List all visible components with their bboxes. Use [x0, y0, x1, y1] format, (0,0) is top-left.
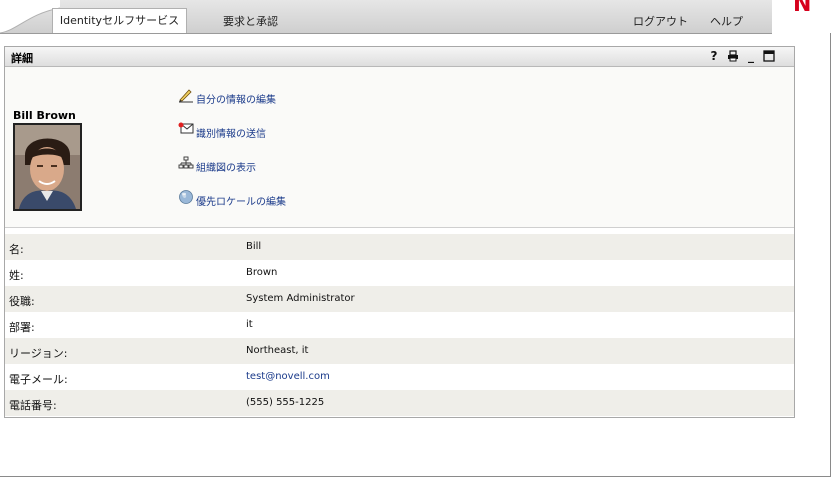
detail-value: System Administrator: [246, 293, 355, 304]
nav-curve-decoration: [0, 0, 60, 33]
pencil-icon: [179, 89, 193, 103]
edit-locale-link[interactable]: 優先ロケールの編集: [196, 193, 286, 208]
detail-label: 名:: [9, 243, 24, 256]
tab-requests-approvals[interactable]: 要求と承認: [223, 13, 278, 29]
portlet-header: 詳細 ? _: [5, 47, 794, 67]
detail-value: Bill: [246, 241, 262, 252]
logout-link[interactable]: ログアウト: [633, 13, 688, 29]
detail-label: 電子メール:: [9, 373, 68, 386]
detail-row-first-name: 名: Bill: [5, 234, 794, 260]
help-link[interactable]: ヘルプ: [710, 13, 743, 29]
org-chart-icon: [178, 156, 194, 169]
detail-value: it: [246, 319, 253, 330]
send-identity-link[interactable]: 識別情報の送信: [196, 125, 266, 140]
details-portlet: 詳細 ? _ Bill Brown 自分の情報の編集 識別情報の送信 組織図の表…: [4, 46, 795, 418]
detail-row-last-name: 姓: Brown: [5, 260, 794, 286]
detail-row-phone: 電話番号: (555) 555-1225: [5, 390, 794, 416]
envelope-icon: [178, 122, 194, 134]
detail-row-title: 役職: System Administrator: [5, 286, 794, 312]
help-icon[interactable]: ?: [707, 48, 721, 64]
portlet-title: 詳細: [11, 52, 33, 65]
detail-row-email: 電子メール: test@novell.com: [5, 364, 794, 390]
maximize-icon[interactable]: [762, 48, 776, 64]
user-photo: [13, 123, 82, 211]
detail-label: 姓:: [9, 269, 24, 282]
view-org-chart-link[interactable]: 組織図の表示: [196, 159, 256, 174]
detail-value: Brown: [246, 267, 278, 278]
detail-label: 部署:: [9, 321, 35, 334]
detail-label: リージョン:: [9, 347, 68, 360]
printer-icon[interactable]: [726, 48, 740, 64]
detail-value: Northeast, it: [246, 345, 309, 356]
edit-my-info-link[interactable]: 自分の情報の編集: [196, 91, 276, 106]
tab-identity-self-service[interactable]: Identityセルフサービス: [52, 8, 187, 33]
user-details-table: 名: Bill 姓: Brown 役職: System Administrato…: [5, 234, 794, 416]
detail-row-department: 部署: it: [5, 312, 794, 338]
top-navigation-bar: Identityセルフサービス 要求と承認 ログアウト ヘルプ: [0, 0, 772, 34]
globe-icon: [179, 190, 193, 204]
detail-value: (555) 555-1225: [246, 397, 325, 408]
user-name: Bill Brown: [13, 109, 76, 122]
brand-logo: N: [793, 0, 812, 17]
email-link[interactable]: test@novell.com: [246, 371, 330, 382]
minimize-icon[interactable]: _: [744, 48, 758, 64]
detail-row-region: リージョン: Northeast, it: [5, 338, 794, 364]
profile-section: Bill Brown 自分の情報の編集 識別情報の送信 組織図の表示 優先ロケー…: [5, 67, 794, 228]
detail-label: 役職:: [9, 295, 35, 308]
detail-label: 電話番号:: [9, 399, 57, 412]
